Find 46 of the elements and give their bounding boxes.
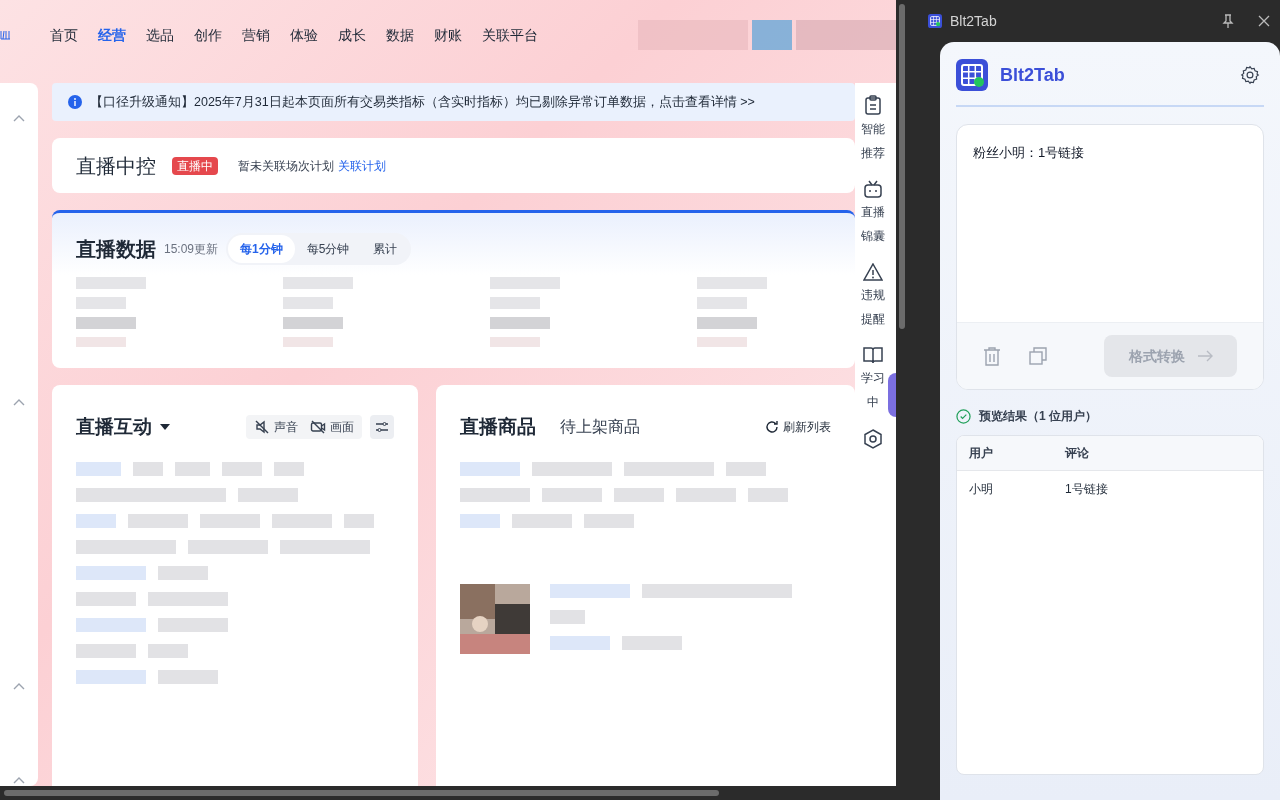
card-title: 直播数据 [76,237,156,262]
column-header: 用户 [969,445,994,462]
card-title: 直播互动 [76,415,152,439]
nav-tab[interactable]: 数据 [386,24,414,46]
rail-label: 中 [866,394,879,411]
rail-item[interactable]: 学习 中 [860,346,885,412]
nav-tab[interactable]: 营销 [242,24,270,46]
column-header: 评论 [1065,445,1089,462]
pending-products-tab[interactable]: 待上架商品 [560,415,640,440]
nav-tab[interactable]: 选品 [146,24,174,46]
nav-tab[interactable]: 首页 [50,24,78,46]
rail-label: 锦囊 [860,228,885,245]
rail-label: 学习 [860,370,885,387]
rail-item[interactable]: 智能 推荐 [860,95,885,163]
rail-label: 违规 [860,287,885,304]
update-time: 15:09更新 [164,241,219,258]
interval-tab[interactable]: 每1分钟 [228,235,295,263]
app-name: Blt2Tab [1000,63,1065,87]
rail-label: 提醒 [860,311,885,328]
rail-label: 智能 [860,121,885,138]
notice-link[interactable]: 【口径升级通知】2025年7月31日起本页面所有交易类指标（含实时指标）均已剔除异常订单数据，点击查看详情 >> [90,92,755,112]
rail-item[interactable]: 直播 锦囊 [860,180,885,246]
rail-label: 推荐 [860,145,885,162]
preview-label: 预览结果（1 位用户） [979,408,1097,425]
live-badge: 直播中 [172,156,218,175]
link-plan-link[interactable]: 关联计划 [338,156,386,175]
table-cell-text: 小明 [969,480,994,498]
interval-tab[interactable]: 累计 [361,235,410,263]
nav-tab[interactable]: 财账 [434,24,462,46]
media-toggle[interactable]: 画面 [310,418,354,437]
nav-tab[interactable]: 体验 [290,24,318,46]
plan-text: 暂未关联场次计划 [238,157,334,175]
rail-item[interactable]: 违规 提醒 [860,263,885,329]
nav-tab[interactable]: 创作 [194,24,222,46]
refresh-button[interactable]: 刷新列表 [765,418,831,437]
nav-tab[interactable]: 成长 [338,24,366,46]
card-title: 直播商品 [460,415,536,439]
interval-tab[interactable]: 每5分钟 [294,235,362,263]
rail-label: 直播 [860,204,885,221]
nav-tab[interactable]: 经营 [98,24,126,46]
card-title: 直播中控 [76,153,156,179]
media-toggle[interactable]: 声音 [254,418,298,437]
window-title: Blt2Tab [950,11,997,31]
table-cell-text: 1号链接 [1065,480,1108,498]
comment-input-field[interactable]: 粉丝小明：1号链接 [957,125,1263,322]
nav-tab[interactable]: 关联平台 [482,24,538,46]
